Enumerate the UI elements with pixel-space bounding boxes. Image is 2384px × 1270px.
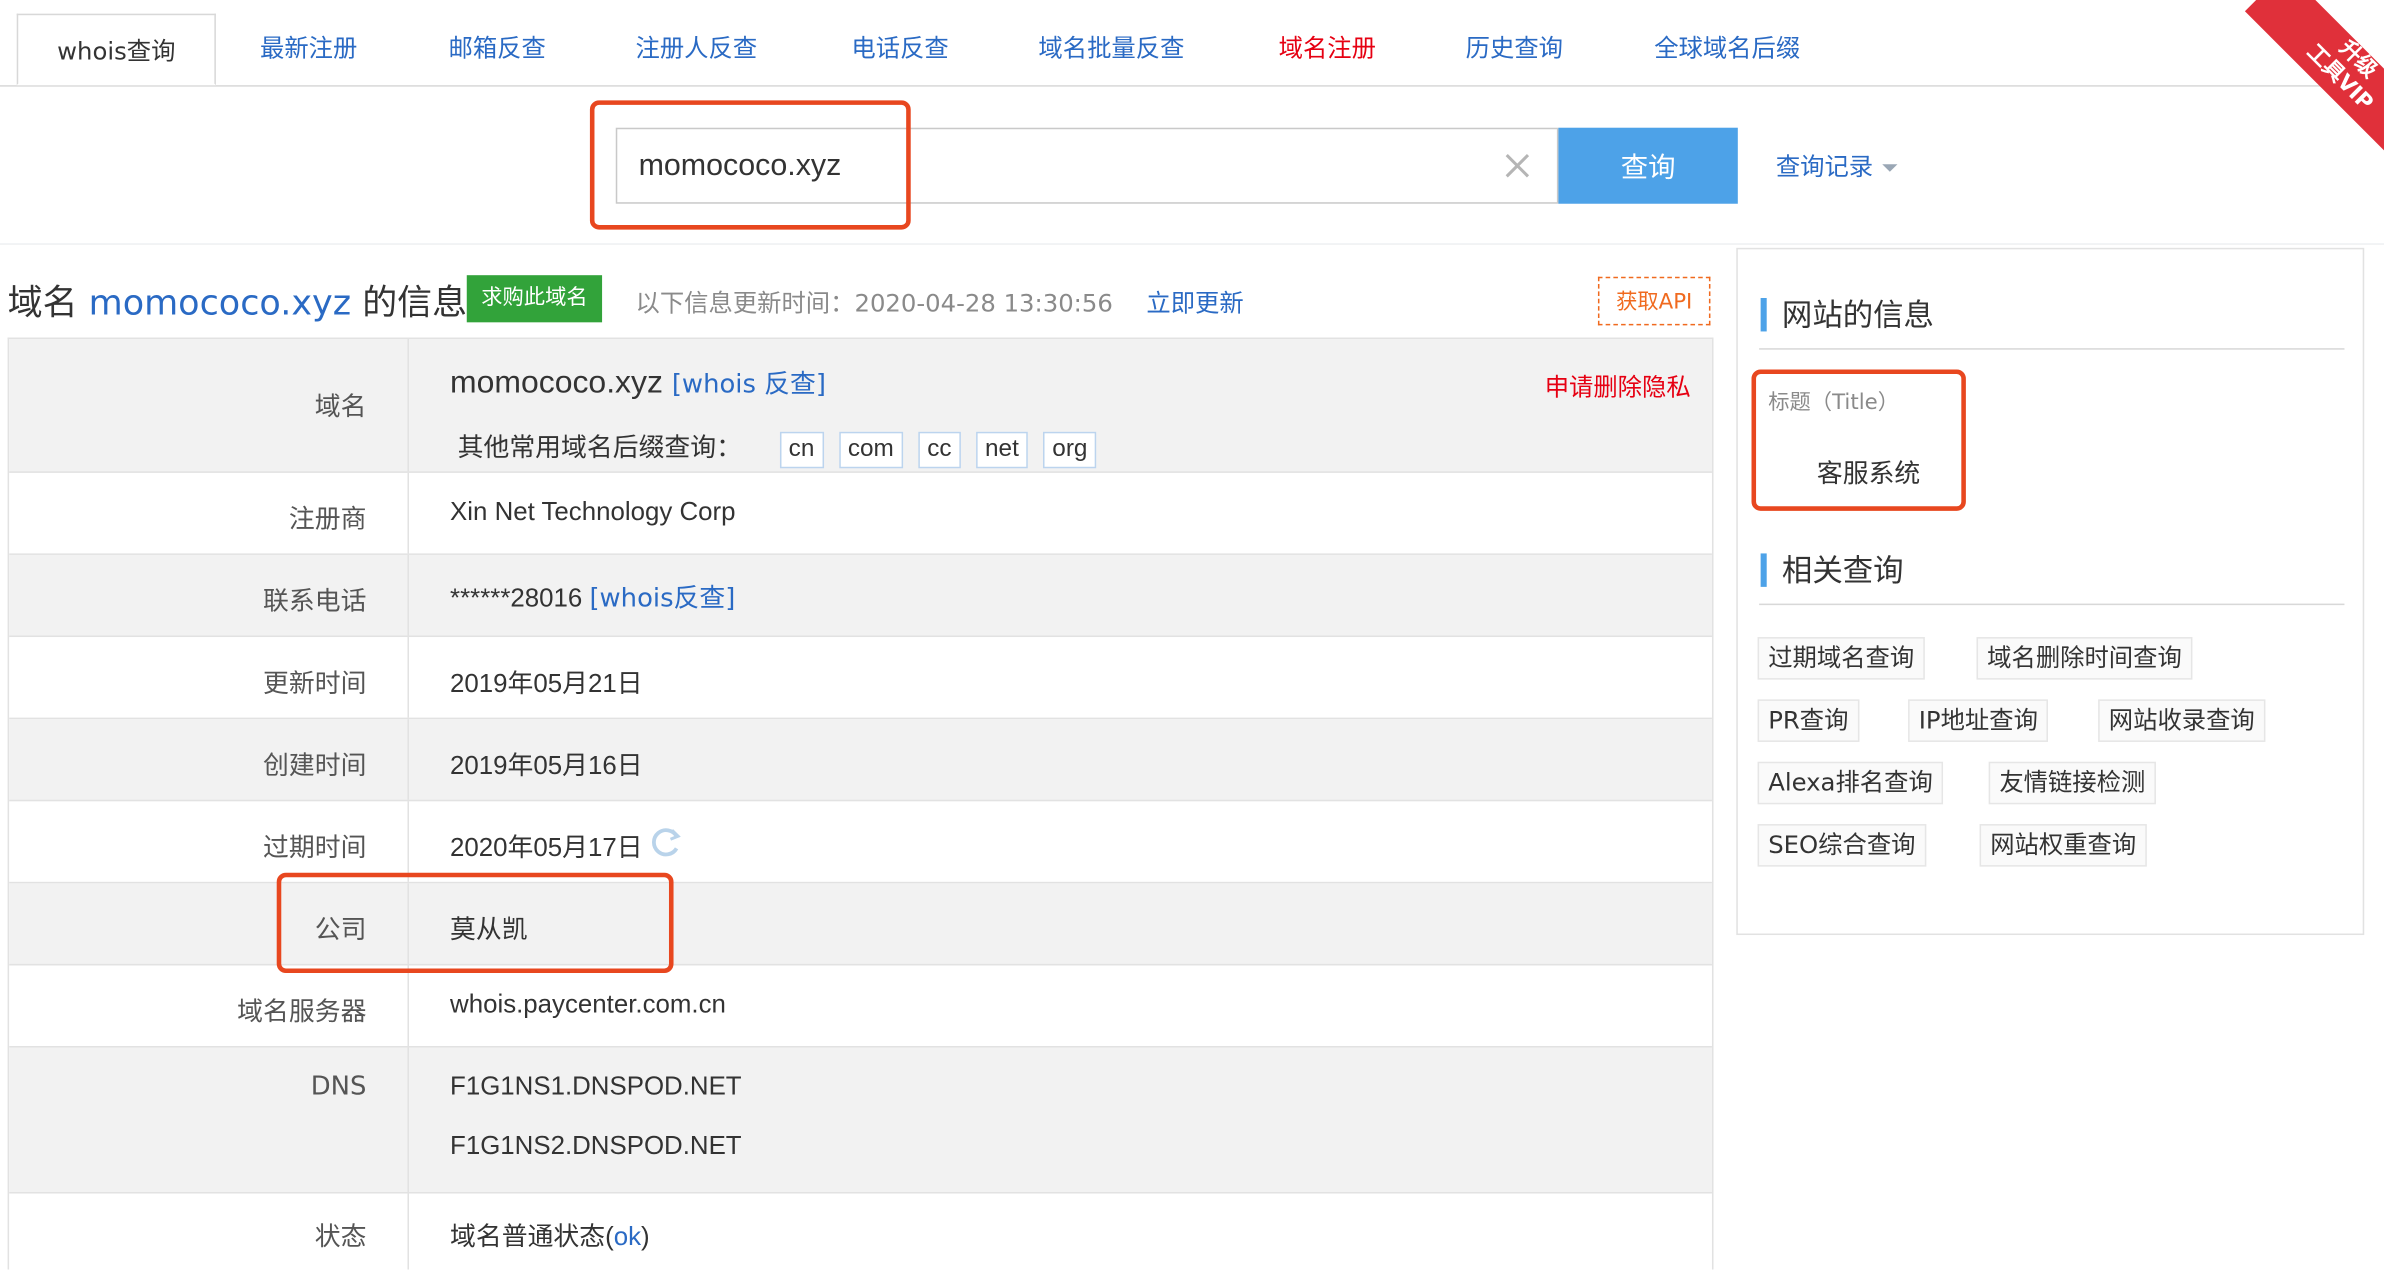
status-code-link[interactable]: ok bbox=[614, 1222, 641, 1251]
dns-value-2: F1G1NS2.DNSPOD.NET bbox=[450, 1131, 742, 1161]
row-label-expires: 过期时间 bbox=[263, 833, 367, 864]
tld-link-cn[interactable]: cn bbox=[779, 431, 824, 469]
table-row: 过期时间 2020年05月17日 bbox=[9, 801, 1712, 884]
tab-whois[interactable]: whois查询 bbox=[16, 13, 216, 86]
status-text: 域名普通状态( bbox=[450, 1222, 614, 1252]
whois-reverse-link[interactable]: [whois 反查] bbox=[672, 369, 826, 399]
phone-value: ******28016 bbox=[450, 583, 583, 613]
row-label-updated: 更新时间 bbox=[263, 668, 367, 700]
row-label-status: 状态 bbox=[314, 1222, 367, 1253]
status-close: ) bbox=[641, 1222, 650, 1252]
tab-batch-reverse[interactable]: 域名批量反查 bbox=[1038, 0, 1184, 85]
table-row: 域名 momococo.xyz [whois 反查] 其他常用域名后缀查询： c… bbox=[9, 339, 1712, 473]
tld-link-com[interactable]: com bbox=[838, 431, 903, 469]
search-history-label: 查询记录 bbox=[1775, 152, 1874, 181]
page-title: 域名 momococo.xyz 的信息 bbox=[8, 274, 467, 326]
related-link-seo[interactable]: SEO综合查询 bbox=[1757, 824, 1927, 867]
title-suffix: 的信息 bbox=[362, 284, 468, 324]
dns-value-1: F1G1NS1.DNSPOD.NET bbox=[450, 1071, 742, 1101]
expires-value: 2020年05月17日 bbox=[450, 833, 643, 863]
related-link-index[interactable]: 网站收录查询 bbox=[2098, 699, 2266, 742]
related-link-weight[interactable]: 网站权重查询 bbox=[1979, 824, 2147, 867]
related-link-expired-domain[interactable]: 过期域名查询 bbox=[1757, 637, 1925, 680]
tab-global-suffix[interactable]: 全球域名后缀 bbox=[1654, 0, 1800, 85]
related-link-pr[interactable]: PR查询 bbox=[1757, 699, 1860, 742]
search-history-dropdown[interactable]: 查询记录 bbox=[1776, 146, 1898, 182]
close-icon[interactable] bbox=[1499, 147, 1535, 183]
update-time-text: 以下信息更新时间：2020-04-28 13:30:56 bbox=[635, 288, 1113, 318]
created-value: 2019年05月16日 bbox=[450, 751, 643, 780]
row-label-dns: DNS bbox=[310, 1071, 367, 1103]
tld-link-org[interactable]: org bbox=[1043, 431, 1097, 469]
tab-latest-registered[interactable]: 最新注册 bbox=[260, 0, 357, 85]
title-domain[interactable]: momococo.xyz bbox=[89, 284, 351, 324]
tab-email-reverse[interactable]: 邮箱反查 bbox=[449, 0, 546, 85]
tab-phone-reverse[interactable]: 电话反查 bbox=[851, 0, 948, 85]
whois-server-value: whois.paycenter.com.cn bbox=[450, 989, 726, 1019]
related-link-friend-links[interactable]: 友情链接检测 bbox=[1988, 761, 2156, 805]
tab-domain-register[interactable]: 域名注册 bbox=[1279, 0, 1376, 85]
highlight-box-company bbox=[276, 872, 674, 974]
row-label-whois-server: 域名服务器 bbox=[237, 997, 367, 1028]
row-label-created: 创建时间 bbox=[263, 751, 367, 782]
table-row: DNS F1G1NS1.DNSPOD.NET F1G1NS2.DNSPOD.NE… bbox=[9, 1047, 1712, 1194]
side-panel: 网站的信息 标题（Title） 客服系统 相关查询 过期域名查询 域名删除时间查… bbox=[1736, 247, 2365, 936]
row-label-domain: 域名 bbox=[314, 392, 367, 423]
search-button[interactable]: 查询 bbox=[1558, 127, 1738, 204]
row-label-phone: 联系电话 bbox=[263, 586, 367, 618]
site-info-title: 网站的信息 bbox=[1760, 297, 1934, 332]
table-row: 公司 莫从凯 bbox=[9, 883, 1712, 966]
table-row: 联系电话 ******28016 [whois反查] bbox=[9, 554, 1712, 638]
buy-domain-button[interactable]: 求购此域名 bbox=[466, 275, 603, 323]
update-now-link[interactable]: 立即更新 bbox=[1146, 283, 1243, 319]
highlight-box-search bbox=[589, 100, 911, 230]
whois-info-table: 域名 momococo.xyz [whois 反查] 其他常用域名后缀查询： c… bbox=[7, 337, 1714, 1270]
divider bbox=[1759, 603, 2345, 606]
table-row: 注册商 Xin Net Technology Corp bbox=[9, 472, 1712, 555]
divider bbox=[0, 243, 2384, 245]
chevron-down-icon bbox=[1882, 164, 1898, 172]
table-row: 域名服务器 whois.paycenter.com.cn bbox=[9, 965, 1712, 1048]
related-query-title: 相关查询 bbox=[1760, 553, 1904, 587]
tab-registrant-reverse[interactable]: 注册人反查 bbox=[636, 0, 758, 85]
related-link-delete-time[interactable]: 域名删除时间查询 bbox=[1976, 637, 2193, 680]
domain-value: momococo.xyz bbox=[450, 364, 663, 400]
related-link-ip[interactable]: IP地址查询 bbox=[1908, 699, 2049, 742]
refresh-icon[interactable] bbox=[650, 826, 683, 859]
delete-privacy-link[interactable]: 申请删除隐私 bbox=[1545, 366, 1691, 402]
table-row: 更新时间 2019年05月21日 bbox=[9, 637, 1712, 720]
top-tab-bar: whois查询 最新注册 邮箱反查 注册人反查 电话反查 域名批量反查 域名注册… bbox=[0, 0, 2384, 87]
registrar-value: Xin Net Technology Corp bbox=[450, 497, 736, 527]
table-row: 状态 域名普通状态(ok) bbox=[9, 1193, 1712, 1270]
title-prefix: 域名 bbox=[7, 284, 78, 324]
table-row: 创建时间 2019年05月16日 bbox=[9, 719, 1712, 802]
tab-history[interactable]: 历史查询 bbox=[1466, 0, 1563, 85]
divider bbox=[1759, 348, 2345, 350]
tld-link-cc[interactable]: cc bbox=[918, 431, 961, 469]
tld-prompt: 其他常用域名后缀查询： bbox=[457, 433, 742, 464]
related-link-alexa[interactable]: Alexa排名查询 bbox=[1757, 761, 1944, 805]
updated-value: 2019年05月21日 bbox=[450, 668, 643, 698]
phone-reverse-link[interactable]: [whois反查] bbox=[589, 584, 735, 614]
highlight-box-title bbox=[1751, 369, 1966, 511]
get-api-button[interactable]: 获取API bbox=[1597, 276, 1711, 326]
row-label-registrar: 注册商 bbox=[288, 504, 367, 536]
vip-upgrade-ribbon[interactable]: 升级 工具VIP bbox=[2217, 0, 2384, 168]
tld-link-net[interactable]: net bbox=[975, 431, 1028, 469]
